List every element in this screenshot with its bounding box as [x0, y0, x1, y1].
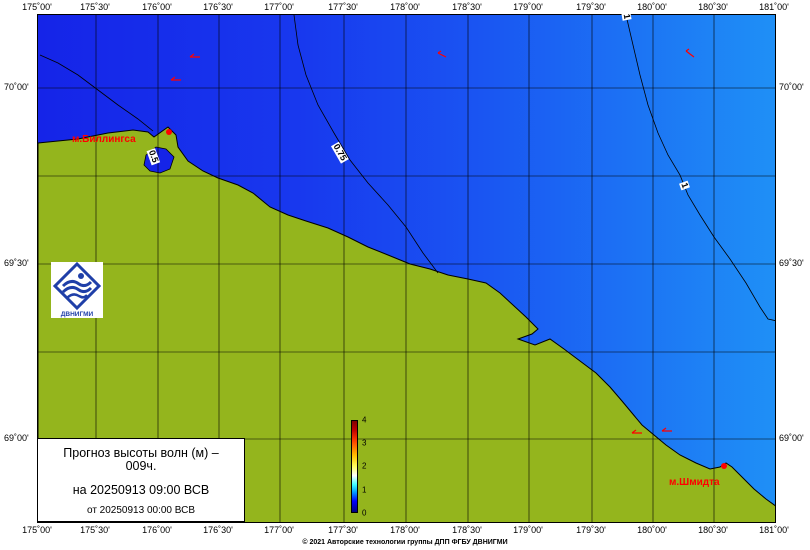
lon-tick-bottom: 179˚00'	[513, 525, 543, 535]
lat-tick-right: 69˚30'	[779, 258, 804, 268]
lon-tick-bottom: 176˚30'	[203, 525, 233, 535]
lon-tick-top: 177˚30'	[328, 2, 358, 12]
lon-tick-top: 177˚00'	[264, 2, 294, 12]
forecast-valid-time: на 20250913 09:00 ВСВ	[72, 483, 210, 497]
lon-tick-bottom: 180˚00'	[637, 525, 667, 535]
lon-tick-top: 175˚30'	[80, 2, 110, 12]
lon-tick-top: 180˚00'	[637, 2, 667, 12]
colorbar-label: 1	[362, 485, 367, 495]
lon-tick-bottom: 176˚00'	[142, 525, 172, 535]
lon-tick-bottom: 179˚30'	[576, 525, 606, 535]
logo-text: ДВНИГМИ	[61, 311, 94, 318]
lon-tick-bottom: 177˚00'	[264, 525, 294, 535]
lon-tick-top: 178˚30'	[452, 2, 482, 12]
lon-tick-bottom: 175˚30'	[80, 525, 110, 535]
lon-tick-top: 176˚30'	[203, 2, 233, 12]
lon-tick-bottom: 177˚30'	[328, 525, 358, 535]
lon-tick-top: 176˚00'	[142, 2, 172, 12]
lon-tick-top: 179˚30'	[576, 2, 606, 12]
lon-tick-top: 179˚00'	[513, 2, 543, 12]
place-label-schmidt: м.Шмидта	[669, 477, 720, 488]
colorbar-label: 2	[362, 461, 367, 471]
lon-tick-bottom: 181˚00'	[759, 525, 789, 535]
lon-tick-bottom: 178˚30'	[452, 525, 482, 535]
lat-tick-left: 70˚00'	[4, 82, 29, 92]
lat-tick-right: 70˚00'	[779, 82, 804, 92]
colorbar-label: 0	[362, 508, 367, 518]
lon-tick-top: 178˚00'	[390, 2, 420, 12]
lat-tick-left: 69˚30'	[4, 258, 29, 268]
forecast-title: Прогноз высоты волн (м) – 009ч.	[63, 446, 219, 473]
lat-tick-left: 69˚00'	[4, 433, 29, 443]
lon-tick-top: 175˚00'	[22, 2, 52, 12]
colorbar-label: 3	[362, 438, 367, 448]
logo-icon: ДВНИГМИ	[52, 261, 102, 318]
forecast-info-box: Прогноз высоты волн (м) – 009ч. на 20250…	[37, 438, 245, 522]
lon-tick-bottom: 175˚00'	[22, 525, 52, 535]
forecast-issued-time: от 20250913 00:00 ВСВ	[86, 505, 195, 516]
lon-tick-top: 181˚00'	[759, 2, 789, 12]
place-label-billings: м.Биллингса	[72, 134, 136, 145]
organization-logo: ДВНИГМИ	[51, 261, 103, 318]
lon-tick-bottom: 178˚00'	[390, 525, 420, 535]
lon-tick-bottom: 180˚30'	[698, 525, 728, 535]
wave-height-colorbar	[351, 420, 358, 513]
lat-tick-right: 69˚00'	[779, 433, 804, 443]
lon-tick-top: 180˚30'	[698, 2, 728, 12]
copyright-text: © 2021 Авторские технологии группы ДПП Ф…	[302, 539, 508, 546]
colorbar-label: 4	[362, 415, 367, 425]
